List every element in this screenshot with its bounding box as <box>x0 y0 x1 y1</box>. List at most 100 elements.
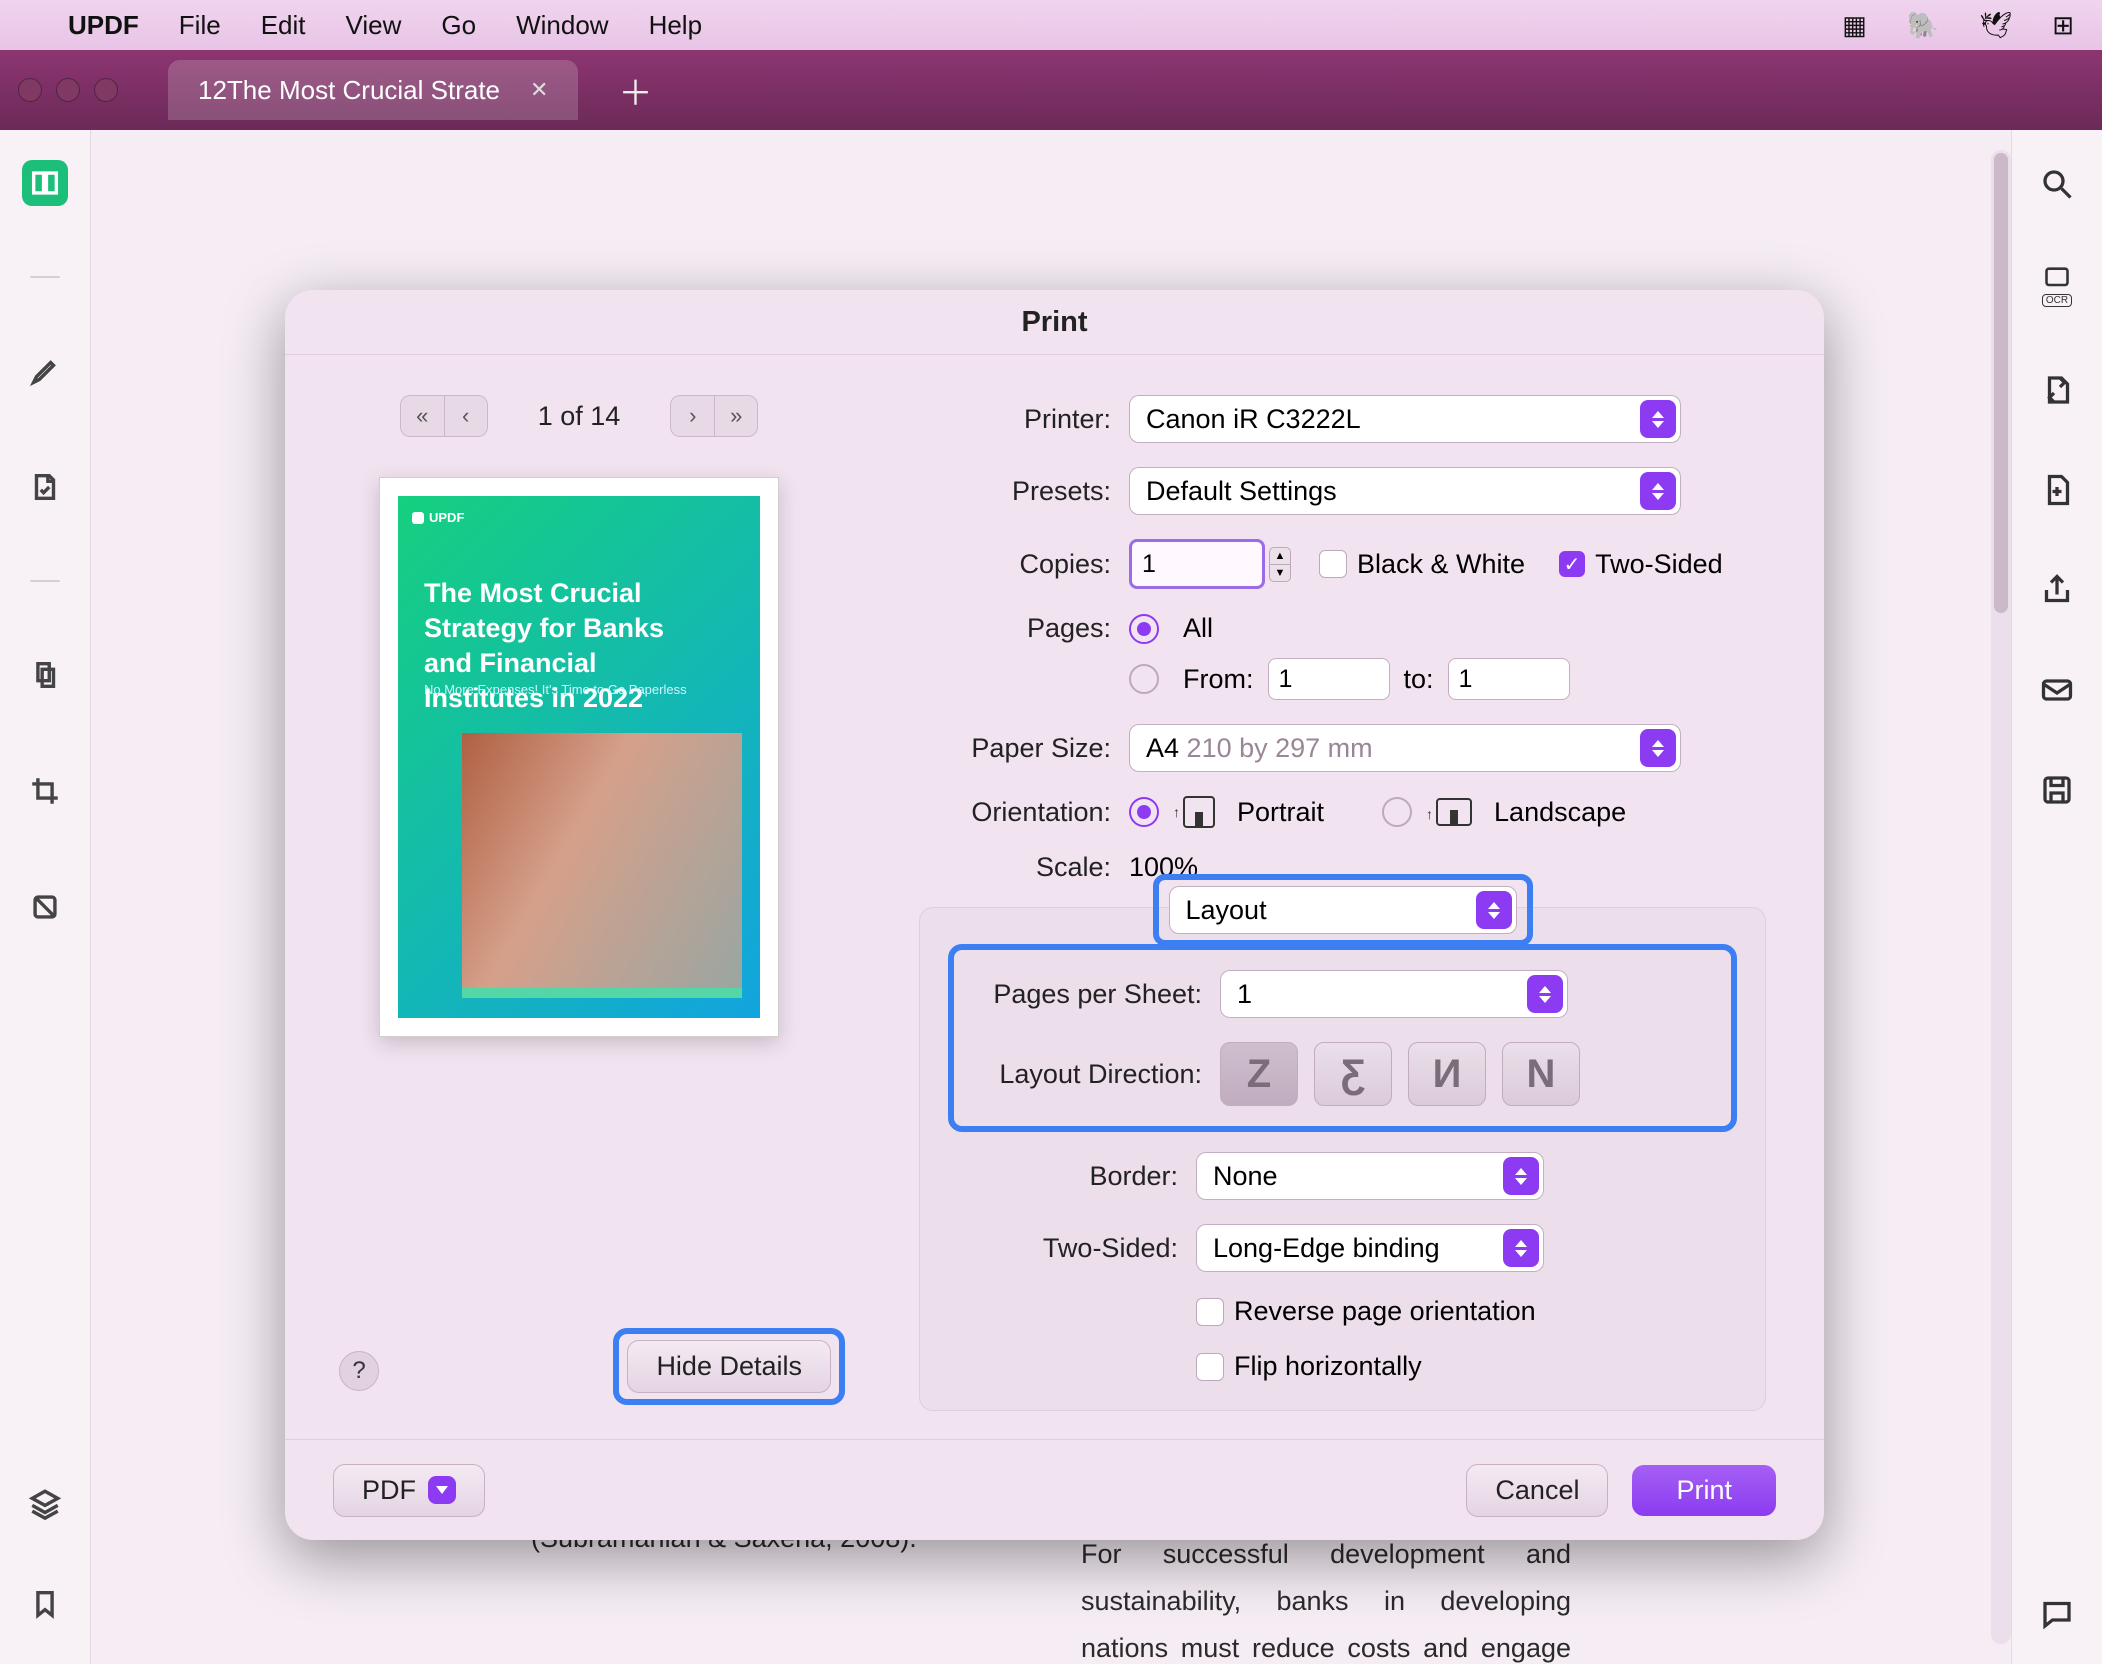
toolbar-separator <box>30 276 60 278</box>
edit-pdf-icon[interactable] <box>22 464 68 510</box>
two-sided-checkbox-label: Two-Sided <box>1595 549 1723 580</box>
flip-horizontally-checkbox[interactable] <box>1196 1353 1224 1381</box>
tab-title: 12The Most Crucial Strate <box>198 75 500 106</box>
reader-mode-icon[interactable] <box>22 160 68 206</box>
presets-select[interactable]: Default Settings <box>1129 467 1681 515</box>
section-select-highlight: Layout <box>1153 874 1533 946</box>
prev-page-button[interactable]: ‹ <box>444 395 488 437</box>
copies-input[interactable] <box>1129 539 1265 589</box>
border-label: Border: <box>948 1161 1178 1192</box>
document-tab[interactable]: 12The Most Crucial Strate ✕ <box>168 60 578 120</box>
two-sided-checkbox[interactable]: ✓ <box>1559 551 1585 577</box>
ocr-button[interactable]: OCR <box>2027 264 2087 310</box>
menuextra-evernote-icon[interactable]: 🐘 <box>1907 10 1939 41</box>
reverse-orientation-label: Reverse page orientation <box>1234 1296 1536 1327</box>
menu-help[interactable]: Help <box>649 10 702 41</box>
organize-pages-icon[interactable] <box>22 652 68 698</box>
menuextra-grid-icon[interactable]: ⊞ <box>2052 10 2074 41</box>
layout-dir-4-button[interactable]: N <box>1502 1042 1580 1106</box>
zoom-window-icon[interactable] <box>94 78 118 102</box>
redact-icon[interactable] <box>22 884 68 930</box>
close-window-icon[interactable] <box>18 78 42 102</box>
next-page-button[interactable]: › <box>670 395 714 437</box>
stepper-down-icon[interactable]: ▼ <box>1269 564 1291 582</box>
presets-label: Presets: <box>873 476 1111 507</box>
print-button[interactable]: Print <box>1632 1465 1776 1516</box>
flip-horizontally-label: Flip horizontally <box>1234 1351 1422 1382</box>
pages-all-radio[interactable] <box>1129 614 1159 644</box>
pages-from-input[interactable] <box>1268 658 1390 700</box>
search-icon[interactable] <box>2037 164 2077 204</box>
left-toolbar <box>0 130 91 1664</box>
window-traffic-lights[interactable] <box>18 78 118 102</box>
new-tab-button[interactable]: ＋ <box>618 66 652 115</box>
convert-icon[interactable] <box>2037 370 2077 410</box>
pages-per-sheet-select[interactable]: 1 <box>1220 970 1568 1018</box>
crop-icon[interactable] <box>22 768 68 814</box>
layout-dir-1-button[interactable]: Z <box>1220 1042 1298 1106</box>
close-tab-icon[interactable]: ✕ <box>530 77 548 103</box>
layout-dir-2-button[interactable]: Ƹ <box>1314 1042 1392 1106</box>
menu-go[interactable]: Go <box>441 10 476 41</box>
toolbar-separator <box>30 580 60 582</box>
dropdown-arrow-icon <box>1640 400 1676 438</box>
scrollbar-thumb[interactable] <box>1994 153 2008 613</box>
menu-edit[interactable]: Edit <box>261 10 306 41</box>
pages-range-radio[interactable] <box>1129 664 1159 694</box>
app-menu[interactable]: UPDF <box>68 10 139 41</box>
print-options-panel: Printer: Canon iR C3222L Presets: Defaul… <box>873 355 1824 1439</box>
right-toolbar: OCR <box>2011 130 2102 1664</box>
black-white-checkbox[interactable] <box>1319 550 1347 578</box>
first-page-button[interactable]: « <box>400 395 444 437</box>
menuextra-1-icon[interactable]: ▦ <box>1842 10 1867 41</box>
layers-icon[interactable] <box>22 1484 68 1524</box>
printer-select[interactable]: Canon iR C3222L <box>1129 395 1681 443</box>
printer-value: Canon iR C3222L <box>1146 404 1361 435</box>
page-counter: 1 of 14 <box>538 401 621 432</box>
dialog-footer: PDF Cancel Print <box>285 1439 1824 1540</box>
share-icon[interactable] <box>2037 570 2077 610</box>
bookmark-icon[interactable] <box>22 1584 68 1624</box>
add-page-icon[interactable] <box>2037 470 2077 510</box>
two-sided-select[interactable]: Long-Edge binding <box>1196 1224 1544 1272</box>
chat-icon[interactable] <box>2037 1594 2077 1634</box>
workspace: over, information confidentially might b… <box>0 130 2102 1664</box>
dialog-title: Print <box>285 290 1824 355</box>
reverse-orientation-checkbox[interactable] <box>1196 1298 1224 1326</box>
mail-icon[interactable] <box>2037 670 2077 710</box>
pages-to-input[interactable] <box>1448 658 1570 700</box>
document-scrollbar[interactable] <box>1991 150 2011 1644</box>
stepper-up-icon[interactable]: ▲ <box>1269 547 1291 564</box>
hide-details-button[interactable]: Hide Details <box>627 1340 831 1393</box>
chevron-down-icon <box>428 1476 456 1504</box>
landscape-radio[interactable] <box>1382 797 1412 827</box>
minimize-window-icon[interactable] <box>56 78 80 102</box>
two-sided-value: Long-Edge binding <box>1213 1233 1440 1264</box>
menu-window[interactable]: Window <box>516 10 608 41</box>
hide-details-highlight: Hide Details <box>613 1328 845 1405</box>
layout-highlight-box: Pages per Sheet: 1 Layout Direction: Z <box>948 944 1737 1132</box>
portrait-radio[interactable] <box>1129 797 1159 827</box>
print-section-select[interactable]: Layout <box>1169 886 1517 934</box>
help-button[interactable]: ? <box>339 1351 379 1391</box>
border-select[interactable]: None <box>1196 1152 1544 1200</box>
window-titlebar: 12The Most Crucial Strate ✕ ＋ <box>0 50 2102 130</box>
print-section-value: Layout <box>1186 895 1267 926</box>
border-value: None <box>1213 1161 1278 1192</box>
cancel-button[interactable]: Cancel <box>1466 1464 1608 1517</box>
document-area: over, information confidentially might b… <box>91 130 2011 1664</box>
paper-size-select[interactable]: A4 210 by 297 mm <box>1129 724 1681 772</box>
highlighter-icon[interactable] <box>22 348 68 394</box>
last-page-button[interactable]: » <box>714 395 758 437</box>
menu-file[interactable]: File <box>179 10 221 41</box>
pdf-dropdown-button[interactable]: PDF <box>333 1464 485 1517</box>
portrait-label: Portrait <box>1237 797 1324 828</box>
menuextra-bird-icon[interactable]: 🕊 <box>1979 10 2012 41</box>
copies-stepper[interactable]: ▲ ▼ <box>1269 547 1291 582</box>
pdf-button-label: PDF <box>362 1475 416 1506</box>
page-preview: UPDF The Most Crucial Strategy for Banks… <box>379 477 779 1037</box>
print-dialog: Print « ‹ 1 of 14 › » <box>285 290 1824 1540</box>
menu-view[interactable]: View <box>346 10 402 41</box>
save-icon[interactable] <box>2037 770 2077 810</box>
layout-dir-3-button[interactable]: И <box>1408 1042 1486 1106</box>
